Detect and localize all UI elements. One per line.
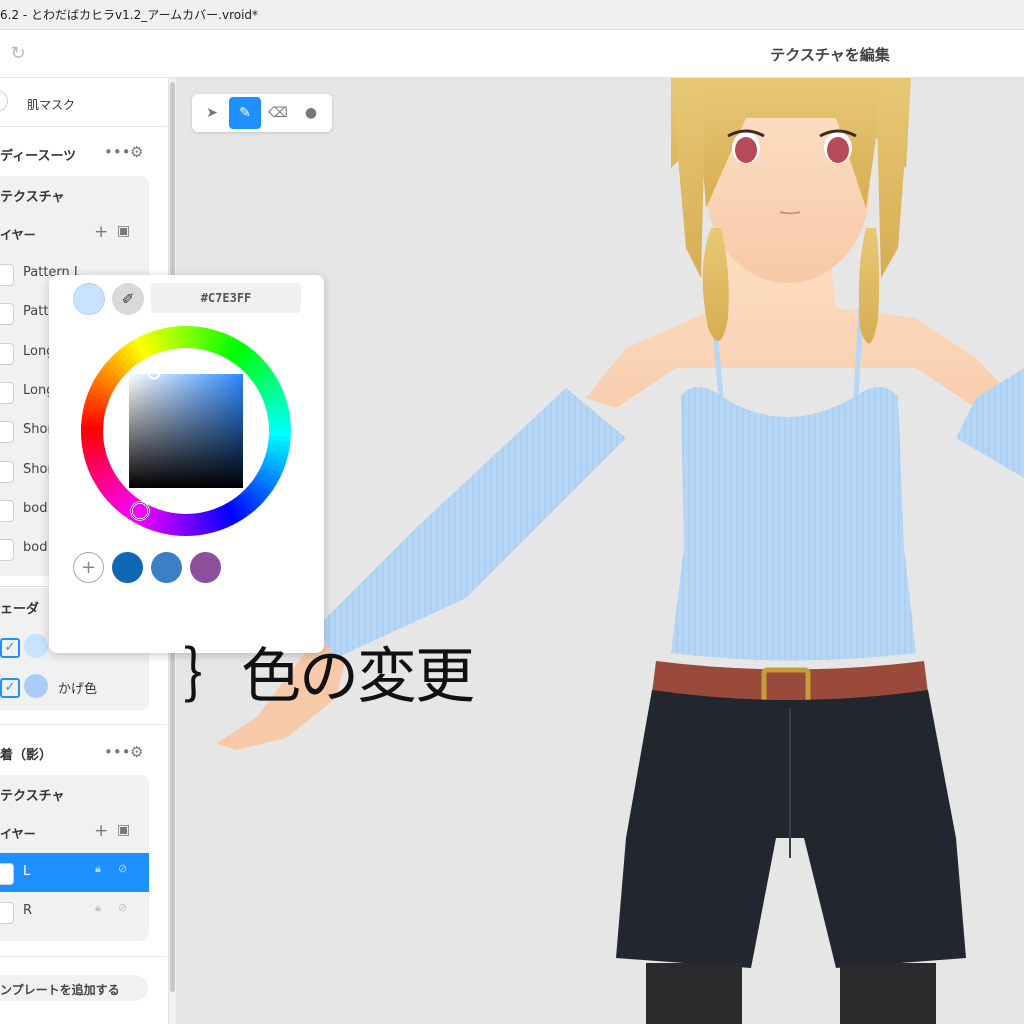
settings-sliders-icon[interactable]: ⚙ bbox=[130, 743, 143, 761]
select-icon[interactable]: ➤ bbox=[196, 97, 228, 129]
add-image-icon[interactable]: ▣ bbox=[117, 822, 130, 838]
eraser-icon[interactable]: ⌫ bbox=[262, 97, 294, 129]
section-title: 着（影） bbox=[0, 748, 53, 763]
eyedropper-icon[interactable]: ✐ bbox=[112, 283, 144, 315]
add-layer-icon[interactable]: + bbox=[94, 222, 108, 242]
window-title-bar: 6.2 - とわだばカヒラv1.2_アームカバー.vroid* bbox=[0, 0, 1024, 30]
tool-bar: ➤ ✎ ⌫ ● bbox=[192, 94, 332, 132]
add-layer-icon[interactable]: + bbox=[94, 821, 108, 841]
layer-thumbnail bbox=[0, 863, 14, 885]
hue-wheel[interactable] bbox=[81, 326, 291, 536]
layer-thumbnail bbox=[0, 342, 14, 365]
skin-mask-row[interactable]: 肌マスク bbox=[0, 82, 166, 126]
more-icon[interactable]: ••• bbox=[104, 743, 131, 761]
hex-color-input[interactable] bbox=[151, 283, 301, 313]
layer-thumbnail bbox=[0, 499, 14, 522]
shader-title: ェーダ bbox=[0, 602, 40, 617]
add-preset-icon[interactable]: + bbox=[73, 552, 104, 583]
redo-icon[interactable]: ↻ bbox=[6, 42, 30, 66]
texture-label: テクスチャ bbox=[0, 190, 65, 205]
layer-thumbnail bbox=[0, 460, 14, 483]
preset-color-swatch[interactable] bbox=[190, 552, 221, 583]
layer-name: L bbox=[23, 864, 31, 879]
annotation-text: ｝色の変更 bbox=[183, 642, 475, 712]
divider bbox=[0, 126, 166, 127]
layer-name: Patt bbox=[23, 304, 49, 320]
shade-color-swatch[interactable] bbox=[24, 674, 48, 698]
shade-color-checkbox[interactable]: ✓ bbox=[0, 678, 20, 698]
lock-icon[interactable]: 🔒︎ bbox=[95, 862, 101, 876]
layer-name: bod bbox=[23, 500, 48, 516]
hidden-eye-icon[interactable]: ⊘ bbox=[118, 901, 127, 914]
app-window: 6.2 - とわだばカヒラv1.2_アームカバー.vroid* ↻ テクスチャを… bbox=[0, 0, 1024, 1024]
window-title: 6.2 - とわだばカヒラv1.2_アームカバー.vroid* bbox=[0, 8, 259, 22]
add-image-icon[interactable]: ▣ bbox=[117, 223, 130, 239]
divider bbox=[0, 724, 166, 725]
shadow-section-header: 着（影） ••• ⚙ bbox=[0, 738, 166, 768]
skin-mask-label: 肌マスク bbox=[27, 98, 76, 112]
layer-label: イヤー bbox=[0, 228, 36, 242]
preset-color-swatch[interactable] bbox=[112, 552, 143, 583]
layer-item[interactable]: L 🔒︎ ⊘ bbox=[0, 853, 149, 892]
body-suit-header: ディースーツ ••• ⚙ bbox=[0, 138, 166, 168]
section-title: ディースーツ bbox=[0, 149, 77, 164]
preset-color-swatch[interactable] bbox=[151, 552, 182, 583]
shade-color-label: かげ色 bbox=[58, 682, 98, 697]
layer-thumbnail bbox=[0, 539, 14, 562]
layer-thumbnail bbox=[0, 381, 14, 404]
hidden-eye-icon[interactable]: ⊘ bbox=[118, 862, 127, 875]
skin-mask-toggle[interactable] bbox=[0, 90, 8, 112]
add-template-button[interactable]: ンプレートを追加する bbox=[0, 975, 148, 1001]
layer-name: R bbox=[23, 903, 33, 918]
base-color-swatch[interactable] bbox=[24, 634, 48, 658]
settings-sliders-icon[interactable]: ⚙ bbox=[130, 143, 143, 161]
base-color-checkbox[interactable]: ✓ bbox=[0, 638, 20, 658]
lock-icon[interactable]: 🔒︎ bbox=[95, 901, 101, 915]
page-title: テクスチャを編集 bbox=[770, 46, 890, 64]
divider bbox=[0, 956, 166, 957]
layer-thumbnail bbox=[0, 303, 14, 326]
more-icon[interactable]: ••• bbox=[104, 143, 131, 161]
layer-label: イヤー bbox=[0, 827, 36, 841]
current-color-swatch[interactable] bbox=[73, 283, 105, 315]
layer-thumbnail bbox=[0, 264, 14, 286]
layer-thumbnail bbox=[0, 421, 14, 444]
layer-thumbnail bbox=[0, 902, 14, 924]
fill-drop-icon[interactable]: ● bbox=[295, 97, 327, 129]
texture-label: テクスチャ bbox=[0, 789, 65, 804]
layer-item[interactable]: R 🔒︎ ⊘ bbox=[0, 892, 149, 931]
pen-icon[interactable]: ✎ bbox=[229, 97, 261, 129]
color-picker-popover: ✐ + bbox=[49, 275, 324, 653]
layer-name: bod bbox=[23, 540, 48, 556]
app-header: ↻ テクスチャを編集 bbox=[0, 30, 1024, 78]
add-template-label: ンプレートを追加する bbox=[0, 983, 120, 997]
